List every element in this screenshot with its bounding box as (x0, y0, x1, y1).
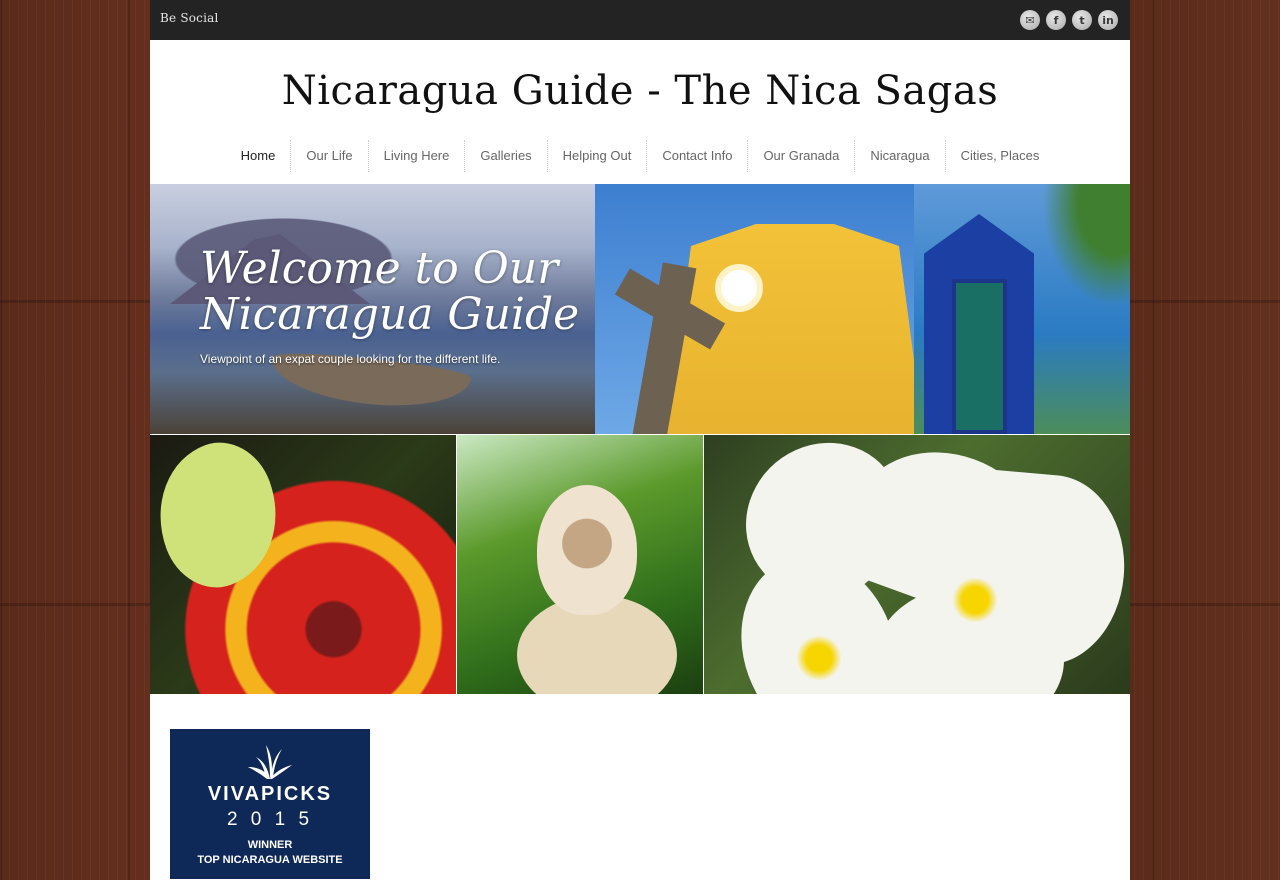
butterfly-flower-photo (150, 435, 456, 694)
email-icon[interactable]: ✉ (1020, 10, 1040, 30)
banner-heading: Welcome to Our Nicaragua Guide (200, 243, 580, 340)
linkedin-icon[interactable]: in (1098, 10, 1118, 30)
palm-leaves (1030, 184, 1130, 324)
nav-item-our-life[interactable]: Our Life (290, 140, 367, 172)
award-winner: WINNER (247, 839, 293, 851)
facebook-icon[interactable]: f (1046, 10, 1066, 30)
nav-item-cities-places[interactable]: Cities, Places (944, 140, 1055, 172)
monkey-face (537, 485, 637, 615)
page-container: Be Social ✉ f t in Nicaragua Guide - The… (150, 0, 1130, 880)
twitter-icon[interactable]: t (1072, 10, 1092, 30)
site-header: Nicaragua Guide - The Nica Sagas Home Ou… (150, 40, 1130, 184)
banner-subtitle: Viewpoint of an expat couple looking for… (200, 352, 501, 366)
church-round-window (715, 264, 763, 312)
flower-center (952, 577, 998, 623)
nav-item-galleries[interactable]: Galleries (464, 140, 546, 172)
nav-item-nicaragua[interactable]: Nicaragua (854, 140, 944, 172)
nav-item-living-here[interactable]: Living Here (367, 140, 465, 172)
butterfly-shape (150, 435, 299, 602)
be-social-label: Be Social (160, 11, 219, 25)
nav-item-helping-out[interactable]: Helping Out (546, 140, 647, 172)
leaf-icon (248, 745, 292, 779)
site-title[interactable]: Nicaragua Guide - The Nica Sagas (150, 68, 1130, 114)
monkey-photo (457, 435, 703, 694)
frangipani-photo (704, 435, 1130, 694)
top-bar: Be Social ✉ f t in (150, 0, 1130, 40)
main-nav: Home Our Life Living Here Galleries Help… (150, 140, 1130, 172)
social-icons: ✉ f t in (1020, 10, 1118, 30)
church-photo (595, 184, 914, 434)
hero-banner: Welcome to Our Nicaragua Guide Viewpoint… (150, 184, 1130, 694)
nav-item-home[interactable]: Home (226, 140, 291, 172)
award-description: TOP NICARAGUA WEBSITE (197, 854, 343, 866)
flower-center (796, 635, 842, 681)
banner-text: Welcome to Our Nicaragua Guide Viewpoint… (200, 243, 590, 367)
nav-item-contact-info[interactable]: Contact Info (646, 140, 747, 172)
nav-item-our-granada[interactable]: Our Granada (747, 140, 854, 172)
vivapicks-award-badge[interactable]: VIVAPICKS 2 0 1 5 WINNER TOP NICARAGUA W… (170, 729, 370, 879)
blue-door-photo (914, 184, 1130, 434)
award-year: 2 0 1 5 (226, 809, 314, 830)
award-name: VIVAPICKS (207, 783, 333, 805)
green-door (952, 279, 1007, 434)
